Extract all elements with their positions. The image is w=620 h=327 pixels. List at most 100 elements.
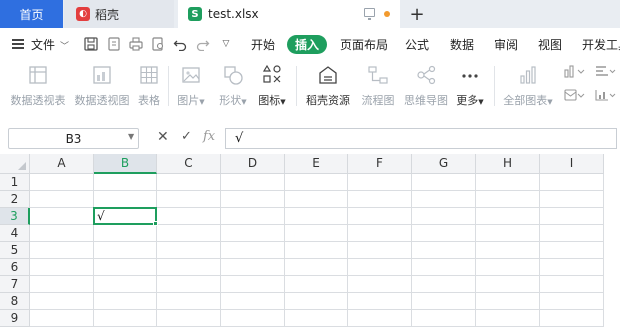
cell-g8[interactable] bbox=[412, 293, 476, 310]
tab-docer[interactable]: ◐ 稻壳 bbox=[64, 0, 174, 28]
cell-g9[interactable] bbox=[412, 310, 476, 327]
cell-a8[interactable] bbox=[30, 293, 94, 310]
print-preview-icon[interactable] bbox=[151, 37, 165, 51]
cell-g1[interactable] bbox=[412, 174, 476, 191]
cell-c8[interactable] bbox=[157, 293, 221, 310]
pivot-table-button[interactable]: 数据透视表 bbox=[6, 64, 70, 108]
cancel-edit-icon[interactable]: ✕ bbox=[157, 129, 169, 145]
export-pdf-icon[interactable] bbox=[107, 37, 121, 51]
cell-h6[interactable] bbox=[476, 259, 540, 276]
cell-g3[interactable] bbox=[412, 208, 476, 225]
tab-file-test-xlsx[interactable]: S test.xlsx bbox=[178, 0, 400, 28]
flowchart-button[interactable]: 流程图 bbox=[358, 64, 398, 108]
cell-h7[interactable] bbox=[476, 276, 540, 293]
cell-h3[interactable] bbox=[476, 208, 540, 225]
tab-view[interactable]: 视图 bbox=[538, 36, 562, 53]
cell-e3[interactable] bbox=[285, 208, 348, 225]
cell-e6[interactable] bbox=[285, 259, 348, 276]
bar-chart-icon[interactable] bbox=[594, 64, 616, 81]
tab-insert[interactable]: 插入 bbox=[287, 35, 327, 54]
cell-i9[interactable] bbox=[540, 310, 604, 327]
more-button[interactable]: 更多▼ bbox=[453, 64, 487, 108]
cell-h9[interactable] bbox=[476, 310, 540, 327]
shape-button[interactable]: 形状▼ bbox=[213, 64, 253, 108]
name-box-dropdown-icon[interactable]: ▼ bbox=[128, 132, 134, 141]
cell-c6[interactable] bbox=[157, 259, 221, 276]
cell-e9[interactable] bbox=[285, 310, 348, 327]
cell-e4[interactable] bbox=[285, 225, 348, 242]
redo-icon[interactable] bbox=[196, 37, 210, 52]
chevron-down-icon[interactable]: ﹀ bbox=[60, 39, 69, 52]
column-header-c[interactable]: C bbox=[157, 154, 221, 174]
column-header-b[interactable]: B bbox=[94, 154, 157, 174]
cell-f1[interactable] bbox=[348, 174, 412, 191]
column-header-d[interactable]: D bbox=[221, 154, 285, 174]
name-box[interactable]: B3 bbox=[8, 128, 139, 149]
all-charts-button[interactable]: 全部图表▼ bbox=[502, 64, 554, 108]
docer-resource-button[interactable]: 稻壳资源 bbox=[302, 64, 354, 108]
cell-g2[interactable] bbox=[412, 191, 476, 208]
picture-button[interactable]: 图片▼ bbox=[172, 64, 210, 108]
cell-c1[interactable] bbox=[157, 174, 221, 191]
column-header-e[interactable]: E bbox=[285, 154, 348, 174]
cell-i3[interactable] bbox=[540, 208, 604, 225]
column-header-g[interactable]: G bbox=[412, 154, 476, 174]
cell-d3[interactable] bbox=[221, 208, 285, 225]
cell-i1[interactable] bbox=[540, 174, 604, 191]
select-all-corner[interactable] bbox=[0, 154, 30, 174]
cell-d9[interactable] bbox=[221, 310, 285, 327]
cell-f4[interactable] bbox=[348, 225, 412, 242]
column-header-i[interactable]: I bbox=[540, 154, 604, 174]
cell-f7[interactable] bbox=[348, 276, 412, 293]
new-tab-button[interactable]: + bbox=[404, 0, 430, 28]
cell-b1[interactable] bbox=[94, 174, 157, 191]
row-header-1[interactable]: 1 bbox=[0, 174, 30, 191]
cell-f9[interactable] bbox=[348, 310, 412, 327]
formula-input[interactable]: √ bbox=[225, 128, 617, 149]
hamburger-menu-icon[interactable] bbox=[12, 39, 24, 49]
row-header-6[interactable]: 6 bbox=[0, 259, 30, 276]
cell-d4[interactable] bbox=[221, 225, 285, 242]
cell-b9[interactable] bbox=[94, 310, 157, 327]
tab-data[interactable]: 数据 bbox=[450, 36, 474, 53]
cell-a9[interactable] bbox=[30, 310, 94, 327]
row-header-7[interactable]: 7 bbox=[0, 276, 30, 293]
cell-g4[interactable] bbox=[412, 225, 476, 242]
cell-e7[interactable] bbox=[285, 276, 348, 293]
row-header-4[interactable]: 4 bbox=[0, 225, 30, 242]
map-chart-icon[interactable] bbox=[563, 88, 585, 105]
column-chart-icon[interactable] bbox=[563, 64, 585, 81]
cell-b6[interactable] bbox=[94, 259, 157, 276]
cell-a5[interactable] bbox=[30, 242, 94, 259]
cell-h4[interactable] bbox=[476, 225, 540, 242]
column-header-f[interactable]: F bbox=[348, 154, 412, 174]
cell-g5[interactable] bbox=[412, 242, 476, 259]
print-icon[interactable] bbox=[129, 37, 143, 51]
cell-f2[interactable] bbox=[348, 191, 412, 208]
quick-access-more-icon[interactable]: ▽ bbox=[219, 37, 233, 51]
cell-e1[interactable] bbox=[285, 174, 348, 191]
cell-a7[interactable] bbox=[30, 276, 94, 293]
cell-b5[interactable] bbox=[94, 242, 157, 259]
cell-i6[interactable] bbox=[540, 259, 604, 276]
cell-e2[interactable] bbox=[285, 191, 348, 208]
cell-c5[interactable] bbox=[157, 242, 221, 259]
cell-c3[interactable] bbox=[157, 208, 221, 225]
menu-file[interactable]: 文件 bbox=[31, 36, 55, 53]
cell-e8[interactable] bbox=[285, 293, 348, 310]
tab-page-layout[interactable]: 页面布局 bbox=[340, 36, 388, 53]
table-button[interactable]: 表格 bbox=[134, 64, 164, 108]
fill-handle[interactable] bbox=[153, 221, 158, 226]
confirm-edit-icon[interactable]: ✓ bbox=[181, 129, 192, 144]
combo-chart-icon[interactable] bbox=[594, 88, 616, 105]
cell-g6[interactable] bbox=[412, 259, 476, 276]
cell-h1[interactable] bbox=[476, 174, 540, 191]
cell-b4[interactable] bbox=[94, 225, 157, 242]
row-header-5[interactable]: 5 bbox=[0, 242, 30, 259]
tab-formulas[interactable]: 公式 bbox=[405, 36, 429, 53]
cell-f6[interactable] bbox=[348, 259, 412, 276]
column-header-h[interactable]: H bbox=[476, 154, 540, 174]
insert-function-icon[interactable]: fx bbox=[203, 129, 215, 144]
cell-a1[interactable] bbox=[30, 174, 94, 191]
cell-i5[interactable] bbox=[540, 242, 604, 259]
